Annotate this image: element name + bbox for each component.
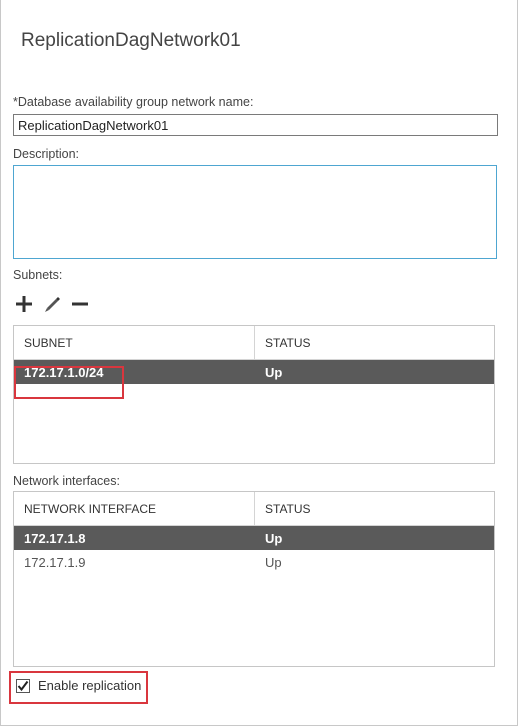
enable-replication-option[interactable]: Enable replication [16,678,141,693]
network-name-label: *Database availability group network nam… [13,95,254,109]
dialog-title: ReplicationDagNetwork01 [21,30,241,51]
column-header-network-interface[interactable]: NETWORK INTERFACE [14,492,255,525]
table-row[interactable]: 172.17.1.0/24 Up [14,360,494,384]
column-header-status[interactable]: STATUS [255,326,494,359]
minus-icon [72,302,88,306]
description-textarea[interactable] [13,165,497,259]
table-row[interactable]: 172.17.1.9 Up [14,550,494,574]
network-interfaces-table: NETWORK INTERFACE STATUS 172.17.1.8 Up 1… [13,491,495,667]
enable-replication-label: Enable replication [38,678,142,693]
subnet-cell: 172.17.1.0/24 [24,364,104,380]
checkmark-icon [17,680,29,691]
interface-cell: 172.17.1.8 [24,530,86,546]
table-row[interactable]: 172.17.1.8 Up [14,526,494,550]
column-header-status[interactable]: STATUS [255,492,494,525]
remove-subnet-button[interactable] [70,294,90,314]
status-cell: Up [265,364,283,380]
status-cell: Up [265,530,283,546]
subnets-toolbar [14,294,90,314]
interface-cell: 172.17.1.9 [24,554,86,570]
network-name-input[interactable] [13,114,498,136]
network-interfaces-label: Network interfaces: [13,474,120,488]
edit-subnet-button[interactable] [42,294,62,314]
interfaces-table-header: NETWORK INTERFACE STATUS [14,492,494,526]
description-label: Description: [13,147,79,161]
pencil-icon [45,297,60,312]
column-header-subnet[interactable]: SUBNET [14,326,255,359]
status-cell: Up [265,554,282,570]
enable-replication-checkbox[interactable] [16,678,30,693]
subnets-table-header: SUBNET STATUS [14,326,494,360]
subnets-label: Subnets: [13,268,63,282]
subnets-table: SUBNET STATUS 172.17.1.0/24 Up [13,325,495,464]
plus-icon [16,296,32,312]
add-subnet-button[interactable] [14,294,34,314]
